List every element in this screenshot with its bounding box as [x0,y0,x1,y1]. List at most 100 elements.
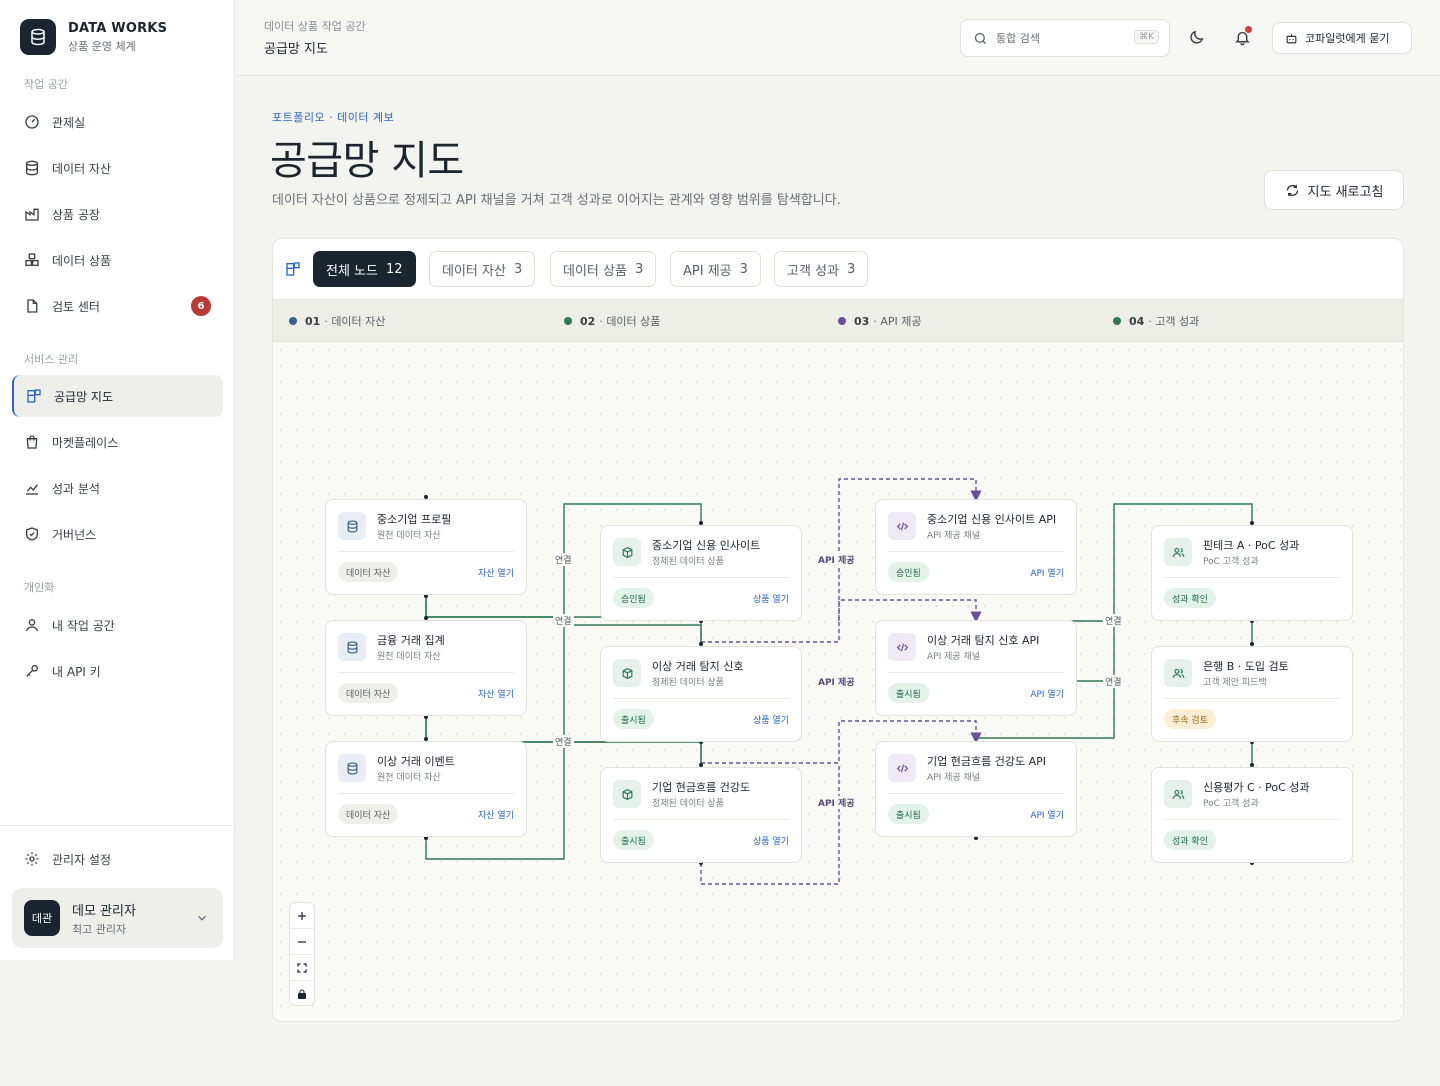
sidebar-item-governance[interactable]: 거버넌스 [12,513,223,555]
node-product[interactable]: 이상 거래 탐지 신호 정제된 데이터 상품 출시됨 상품 열기 [600,646,802,742]
user-menu[interactable]: 데관 데모 관리자 최고 관리자 [12,888,223,948]
zoom-out-button[interactable] [290,929,314,955]
database-icon [24,160,40,176]
node-api[interactable]: 중소기업 신용 인사이트 API API 제공 채널 승인됨 API 열기 [875,499,1077,595]
open-product-link[interactable]: 상품 열기 [753,713,789,726]
sidebar-item-label: 데이터 자산 [52,161,112,176]
node-subtitle: 고객 제안 피드백 [1203,678,1267,688]
node-subtitle: 원천 데이터 자산 [377,531,441,541]
database-icon [338,512,366,540]
blocks-icon [26,388,42,404]
open-api-link[interactable]: API 열기 [1030,687,1064,700]
lock-icon [298,989,306,999]
status-badge: 출시됨 [613,830,654,850]
edge-label: API 제공 [816,796,857,809]
node-subtitle: 원천 데이터 자산 [377,773,441,783]
database-icon [338,754,366,782]
page-title: 공급망 지도 [270,138,464,184]
sidebar-item-admin-settings[interactable]: 관리자 설정 [12,838,223,880]
gear-icon [24,851,40,867]
sidebar-item-data-products[interactable]: 데이터 상품 [12,239,223,281]
node-subtitle: 정제된 데이터 상품 [652,557,724,567]
node-product[interactable]: 기업 현금흐름 건강도 정제된 데이터 상품 출시됨 상품 열기 [600,767,802,863]
sidebar-item-data-assets[interactable]: 데이터 자산 [12,147,223,189]
node-product[interactable]: 중소기업 신용 인사이트 정제된 데이터 상품 승인됨 상품 열기 [600,525,802,621]
sidebar-item-supply-map[interactable]: 공급망 지도 [12,375,223,417]
chart-icon [24,480,40,496]
sidebar-item-label: 성과 분석 [52,481,100,496]
refresh-icon [1285,183,1300,198]
node-api[interactable]: 이상 거래 탐지 신호 API API 제공 채널 출시됨 API 열기 [875,620,1077,716]
refresh-label: 지도 새로고침 [1307,184,1384,200]
zoom-in-button[interactable] [290,903,314,929]
sidebar-item-label: 마켓플레이스 [52,435,119,450]
sidebar-divider [0,825,235,826]
node-title: 이상 거래 이벤트 [377,755,455,768]
sidebar: DATA WORKS 상품 운영 체계 작업 공간 관제실 데이터 자산 상품 … [0,0,235,960]
open-asset-link[interactable]: 자산 열기 [478,566,514,579]
node-divider [613,698,789,699]
node-outcome[interactable]: 신용평가 C · PoC 성과 PoC 고객 성과 성과 확인 [1151,767,1353,863]
node-divider [338,551,514,552]
sidebar-item-api-keys[interactable]: 내 API 키 [12,650,223,692]
copilot-label: 코파일럿에게 묻기 [1305,32,1390,45]
bell-icon[interactable] [1232,26,1252,47]
key-icon [24,663,40,679]
node-asset[interactable]: 이상 거래 이벤트 원천 데이터 자산 데이터 자산 자산 열기 [325,741,527,837]
sidebar-item-marketplace[interactable]: 마켓플레이스 [12,421,223,463]
fit-view-icon [297,962,307,973]
node-subtitle: API 제공 채널 [927,773,981,783]
copilot-button[interactable]: 코파일럿에게 묻기 [1272,22,1412,54]
sidebar-item-review-center[interactable]: 검토 센터 6 [12,285,223,327]
lock-button[interactable] [290,981,314,1007]
sidebar-item-my-workspace[interactable]: 내 작업 공간 [12,604,223,646]
node-divider [1164,577,1340,578]
open-product-link[interactable]: 상품 열기 [753,592,789,605]
search-placeholder: 통합 검색 [996,32,1040,45]
edge-label: 연결 [553,553,574,566]
chevron-down-icon [195,910,209,929]
open-api-link[interactable]: API 열기 [1030,808,1064,821]
edge-label: 연결 [1103,675,1124,688]
sidebar-item-label: 관제실 [52,115,86,130]
node-divider [888,672,1064,673]
search-input[interactable]: 통합 검색 ⌘K [960,19,1170,57]
status-badge: 데이터 자산 [338,562,399,582]
code-icon [888,633,916,661]
open-asset-link[interactable]: 자산 열기 [478,687,514,700]
refresh-map-button[interactable]: 지도 새로고침 [1264,170,1404,210]
gauge-icon [24,114,40,130]
search-icon [973,31,988,46]
node-subtitle: API 제공 채널 [927,531,981,541]
code-icon [888,512,916,540]
status-badge: 승인됨 [613,588,654,608]
node-title: 금융 거래 집계 [377,634,445,647]
breadcrumb-current: 공급망 지도 [264,42,328,57]
node-api[interactable]: 기업 현금흐름 건강도 API API 제공 채널 출시됨 API 열기 [875,741,1077,837]
status-badge: 출시됨 [888,683,929,703]
sidebar-item-control-room[interactable]: 관제실 [12,101,223,143]
node-divider [338,672,514,673]
section-label-workspace: 작업 공간 [24,78,68,91]
open-asset-link[interactable]: 자산 열기 [478,808,514,821]
node-asset[interactable]: 금융 거래 집계 원천 데이터 자산 데이터 자산 자산 열기 [325,620,527,716]
node-outcome[interactable]: 은행 B · 도입 검토 고객 제안 피드백 후속 검토 [1151,646,1353,742]
node-asset[interactable]: 중소기업 프로필 원천 데이터 자산 데이터 자산 자산 열기 [325,499,527,595]
moon-icon[interactable] [1186,27,1206,47]
open-api-link[interactable]: API 열기 [1030,566,1064,579]
user-name: 데모 관리자 [72,903,136,919]
node-title: 중소기업 신용 인사이트 API [927,513,1057,526]
section-label-service: 서비스 관리 [24,353,79,366]
brand[interactable]: DATA WORKS 상품 운영 체계 [20,19,167,55]
fit-view-button[interactable] [290,955,314,981]
node-title: 이상 거래 탐지 신호 [652,660,744,673]
sidebar-item-performance[interactable]: 성과 분석 [12,467,223,509]
package-icon [613,538,641,566]
node-divider [888,793,1064,794]
node-outcome[interactable]: 핀테크 A · PoC 성과 PoC 고객 성과 성과 확인 [1151,525,1353,621]
factory-icon [24,206,40,222]
sidebar-item-label: 거버넌스 [52,527,97,542]
sidebar-item-product-factory[interactable]: 상품 공장 [12,193,223,235]
open-product-link[interactable]: 상품 열기 [753,834,789,847]
status-badge: 승인됨 [888,562,929,582]
